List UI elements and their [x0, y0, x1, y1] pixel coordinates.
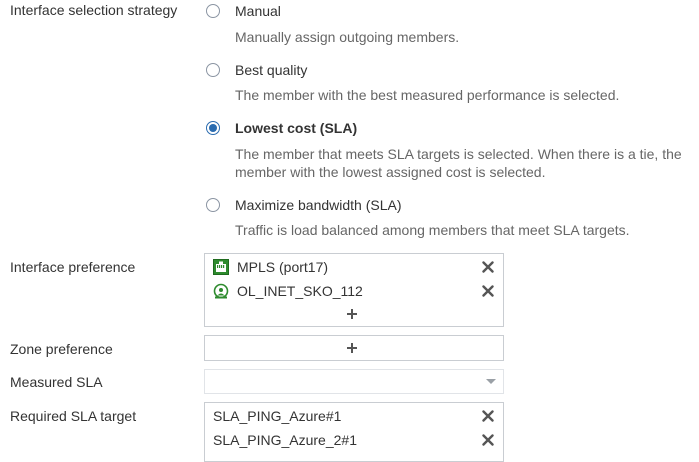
radio-lowest-cost-description-line1: The member that meets SLA targets is sel…: [235, 146, 682, 162]
remove-member-icon[interactable]: [481, 284, 495, 298]
interface-member: OL_INET_SKO_112: [213, 281, 363, 301]
interface-preference-label: Interface preference: [10, 259, 136, 275]
interface-member-name: OL_INET_SKO_112: [237, 283, 363, 299]
remove-member-icon[interactable]: [481, 260, 495, 274]
radio-manual-label: Manual: [235, 3, 281, 19]
radio-manual-circle[interactable]: [206, 4, 220, 18]
overlay-tunnel-icon: [213, 283, 229, 299]
measured-sla-label: Measured SLA: [10, 374, 103, 390]
zone-preference-label: Zone preference: [10, 341, 113, 357]
required-sla-label: Required SLA target: [10, 408, 137, 424]
sla-target-item: SLA_PING_Azure_2#1: [213, 430, 357, 450]
ethernet-port-icon: [213, 259, 229, 275]
radio-maximize-bandwidth-circle[interactable]: [206, 198, 220, 212]
radio-manual[interactable]: Manual: [206, 1, 281, 21]
interface-member: MPLS (port17): [213, 257, 328, 277]
sla-target-item: SLA_PING_Azure#1: [213, 406, 341, 426]
radio-best-quality[interactable]: Best quality: [206, 60, 307, 80]
add-interface-plus-icon[interactable]: [345, 307, 359, 321]
add-zone-plus-icon[interactable]: [345, 341, 359, 355]
measured-sla-select[interactable]: [204, 369, 504, 394]
radio-best-quality-circle[interactable]: [206, 63, 220, 77]
remove-sla-target-icon[interactable]: [481, 409, 495, 423]
radio-lowest-cost-circle[interactable]: [206, 121, 220, 135]
radio-maximize-bandwidth-description: Traffic is load balanced among members t…: [235, 222, 630, 238]
radio-maximize-bandwidth-label: Maximize bandwidth (SLA): [235, 197, 402, 213]
radio-best-quality-label: Best quality: [235, 62, 308, 78]
radio-manual-description: Manually assign outgoing members.: [235, 29, 460, 45]
interface-member-name: MPLS (port17): [237, 259, 329, 275]
radio-lowest-cost[interactable]: Lowest cost (SLA): [206, 118, 357, 138]
sla-target-name: SLA_PING_Azure_2#1: [213, 432, 357, 448]
strategy-label: Interface selection strategy: [10, 2, 178, 18]
radio-lowest-cost-label: Lowest cost (SLA): [235, 120, 358, 136]
chevron-down-icon[interactable]: [486, 379, 496, 384]
sla-target-name: SLA_PING_Azure#1: [213, 408, 342, 424]
required-sla-box: SLA_PING_Azure#1 SLA_PING_Azure_2#1: [204, 402, 504, 462]
radio-best-quality-description: The member with the best measured perfor…: [235, 87, 620, 103]
interface-preference-box: MPLS (port17) OL_INET_SKO_112: [204, 253, 504, 327]
radio-maximize-bandwidth[interactable]: Maximize bandwidth (SLA): [206, 195, 402, 215]
remove-sla-target-icon[interactable]: [481, 433, 495, 447]
radio-lowest-cost-description-line2: member with the lowest assigned cost is …: [235, 164, 546, 180]
zone-preference-box[interactable]: [204, 335, 504, 361]
